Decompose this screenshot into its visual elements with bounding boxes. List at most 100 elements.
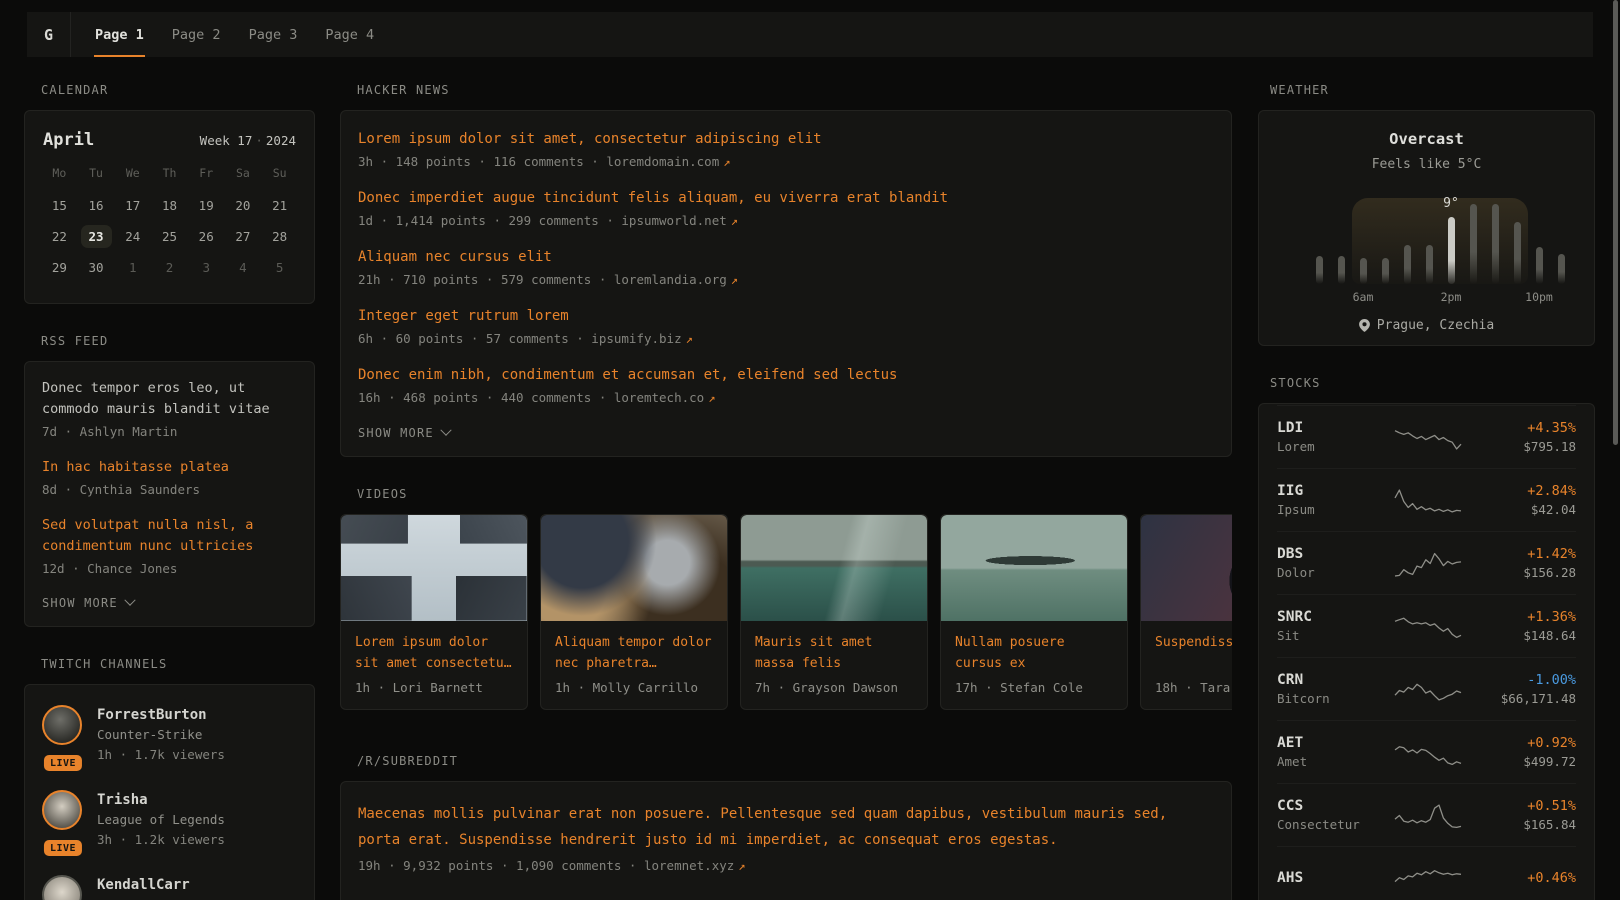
rss-show-more-button[interactable]: SHOW MORE: [42, 594, 134, 612]
hackernews-item-title[interactable]: Aliquam nec cursus elit: [358, 247, 1214, 268]
stock-row[interactable]: SNRC Sit +1.36% $148.64: [1277, 594, 1576, 657]
video-card[interactable]: Nullam posuere cursus ex 17h · Stefan Co…: [940, 514, 1128, 710]
calendar-day: 24: [114, 221, 151, 252]
hackernews-meta-text: 1d · 1,414 points · 299 comments · ipsum…: [358, 213, 727, 228]
hackernews-card: Lorem ipsum dolor sit amet, consectetur …: [340, 110, 1232, 457]
nav-tab[interactable]: Page 2: [158, 12, 235, 57]
video-card-body: Lorem ipsum dolor sit amet consectetu… 1…: [341, 621, 527, 709]
hackernews-item: Integer eget rutrum lorem 6h · 60 points…: [358, 306, 1214, 348]
hackernews-item: Aliquam nec cursus elit 21h · 710 points…: [358, 247, 1214, 289]
stock-row[interactable]: CRN Bitcorn -1.00% $66,171.48: [1277, 657, 1576, 720]
video-card-body: Mauris sit amet massa felis 7h · Grayson…: [741, 621, 927, 709]
nav-tab[interactable]: Page 1: [81, 12, 158, 57]
page-scrollbar[interactable]: [1613, 0, 1618, 445]
calendar-day-number: 29: [44, 256, 75, 279]
video-card[interactable]: Aliquam tempor dolor nec pharetra… 1h · …: [540, 514, 728, 710]
calendar-day: 1: [114, 252, 151, 283]
twitch-channel-row[interactable]: LIVE ForrestBurton Counter-Strike 1h · 1…: [42, 691, 297, 776]
video-card[interactable]: Lorem ipsum dolor sit amet consectetu… 1…: [340, 514, 528, 710]
stock-id: IIG Ipsum: [1277, 481, 1393, 519]
video-card[interactable]: Mauris sit amet massa felis 7h · Grayson…: [740, 514, 928, 710]
calendar-day-number: 23: [81, 225, 112, 248]
weekday-label: We: [114, 166, 151, 190]
hackernews-meta-text: 21h · 710 points · 579 comments · loreml…: [358, 272, 727, 287]
hackernews-item-title[interactable]: Integer eget rutrum lorem: [358, 306, 1214, 327]
stock-symbol: AET: [1277, 733, 1393, 753]
calendar-day-number: 26: [191, 225, 222, 248]
stock-change: +1.42%: [1523, 544, 1576, 564]
dashboard-screen: G Page 1 Page 2 Page 3 Page 4 CALENDAR A…: [0, 0, 1620, 900]
subreddit-post-title[interactable]: Maecenas mollis pulvinar erat non posuer…: [358, 801, 1214, 853]
twitch-channel-name: Trisha: [97, 790, 225, 810]
weekday-label: Fr: [188, 166, 225, 190]
subreddit-meta-text: 19h · 9,932 points · 1,090 comments · lo…: [358, 858, 734, 873]
stock-change: +0.51%: [1523, 796, 1576, 816]
weather-bar: [1382, 258, 1389, 284]
weather-feels-like: Feels like 5°C: [1277, 156, 1576, 174]
stock-values: +0.92% $499.72: [1523, 733, 1576, 771]
avatar: [42, 790, 82, 830]
calendar-weekday-row: MoTuWeThFrSaSu: [41, 166, 298, 190]
nav-tab[interactable]: Page 4: [311, 12, 388, 57]
twitch-avatar-wrap: LIVE: [42, 705, 84, 764]
rss-list: Donec tempor eros leo, ut commodo mauris…: [42, 378, 297, 578]
rss-item-title[interactable]: Sed volutpat nulla nisl, a condimentum n…: [42, 515, 297, 557]
stock-symbol: CCS: [1277, 796, 1393, 816]
stock-price: $148.64: [1523, 627, 1576, 645]
hackernews-item-title[interactable]: Donec imperdiet augue tincidunt felis al…: [358, 188, 1214, 209]
videos-section-title: VIDEOS: [357, 483, 1232, 501]
hackernews-item-meta: 6h · 60 points · 57 comments · ipsumify.…: [358, 330, 1214, 348]
weather-bar: [1558, 254, 1565, 284]
avatar: [42, 875, 82, 900]
stock-sparkline: [1393, 609, 1463, 643]
weekday-label: Sa: [225, 166, 262, 190]
stock-row[interactable]: IIG Ipsum +2.84% $42.04: [1277, 468, 1576, 531]
subreddit-post-meta: 19h · 9,932 points · 1,090 comments · lo…: [358, 857, 1214, 875]
weather-bar: [1338, 256, 1345, 284]
stock-row[interactable]: LDI Lorem +4.35% $795.18: [1277, 405, 1576, 468]
twitch-viewers: 3h · 1.2k viewers: [97, 830, 225, 849]
stock-change: +4.35%: [1523, 418, 1576, 438]
calendar-day: 30: [78, 252, 115, 283]
calendar-day: 4: [225, 252, 262, 283]
rss-item-title[interactable]: In hac habitasse platea: [42, 457, 297, 478]
hackernews-show-more-button[interactable]: SHOW MORE: [358, 424, 450, 442]
stock-row[interactable]: AET Amet +0.92% $499.72: [1277, 720, 1576, 783]
stock-sparkline: [1393, 483, 1463, 517]
hackernews-meta-text: 6h · 60 points · 57 comments · ipsumify.…: [358, 331, 682, 346]
video-card-body: Suspendisse diam 18h · Tara: [1141, 621, 1232, 709]
rss-item-title[interactable]: Donec tempor eros leo, ut commodo mauris…: [42, 378, 297, 420]
peak-temp-label: 9°: [1443, 196, 1459, 211]
calendar-day-number: 25: [154, 225, 185, 248]
calendar-day-number: 24: [117, 225, 148, 248]
calendar-month: April: [43, 130, 94, 150]
stock-values: -1.00% $66,171.48: [1501, 670, 1576, 708]
stock-row[interactable]: AHS +0.46%: [1277, 846, 1576, 900]
subreddit-section-title: /R/SUBREDDIT: [357, 750, 1232, 768]
weather-bar: [1426, 245, 1433, 284]
weather-widget: WEATHER Overcast Feels like 5°C 9°6am2pm…: [1258, 79, 1595, 346]
stock-row[interactable]: DBS Dolor +1.42% $156.28: [1277, 531, 1576, 594]
nav-tab[interactable]: Page 3: [235, 12, 312, 57]
stock-change: +0.92%: [1523, 733, 1576, 753]
stock-id: AHS: [1277, 868, 1393, 888]
calendar-day: 28: [261, 221, 298, 252]
calendar-day-number: 27: [227, 225, 258, 248]
weekday-label: Mo: [41, 166, 78, 190]
twitch-channel-row[interactable]: LIVE Trisha League of Legends 3h · 1.2k …: [42, 776, 297, 861]
twitch-channel-name: ForrestBurton: [97, 705, 225, 725]
hackernews-item-title[interactable]: Lorem ipsum dolor sit amet, consectetur …: [358, 129, 1214, 150]
rss-item: In hac habitasse platea 8d · Cynthia Sau…: [42, 457, 297, 499]
calendar-day-number: 15: [44, 194, 75, 217]
time-label: 6am: [1353, 290, 1374, 304]
calendar-day: 2: [151, 252, 188, 283]
live-badge: LIVE: [44, 755, 82, 771]
video-meta: 17h · Stefan Cole: [955, 680, 1113, 695]
calendar-day: 3: [188, 252, 225, 283]
stock-row[interactable]: CCS Consectetur +0.51% $165.84: [1277, 783, 1576, 846]
twitch-channel-row[interactable]: LIVE KendallCarr: [42, 861, 297, 900]
app-logo[interactable]: G: [27, 12, 71, 57]
video-card[interactable]: Suspendisse diam 18h · Tara: [1140, 514, 1232, 710]
stock-price: $156.28: [1523, 564, 1576, 582]
hackernews-item-title[interactable]: Donec enim nibh, condimentum et accumsan…: [358, 365, 1214, 386]
